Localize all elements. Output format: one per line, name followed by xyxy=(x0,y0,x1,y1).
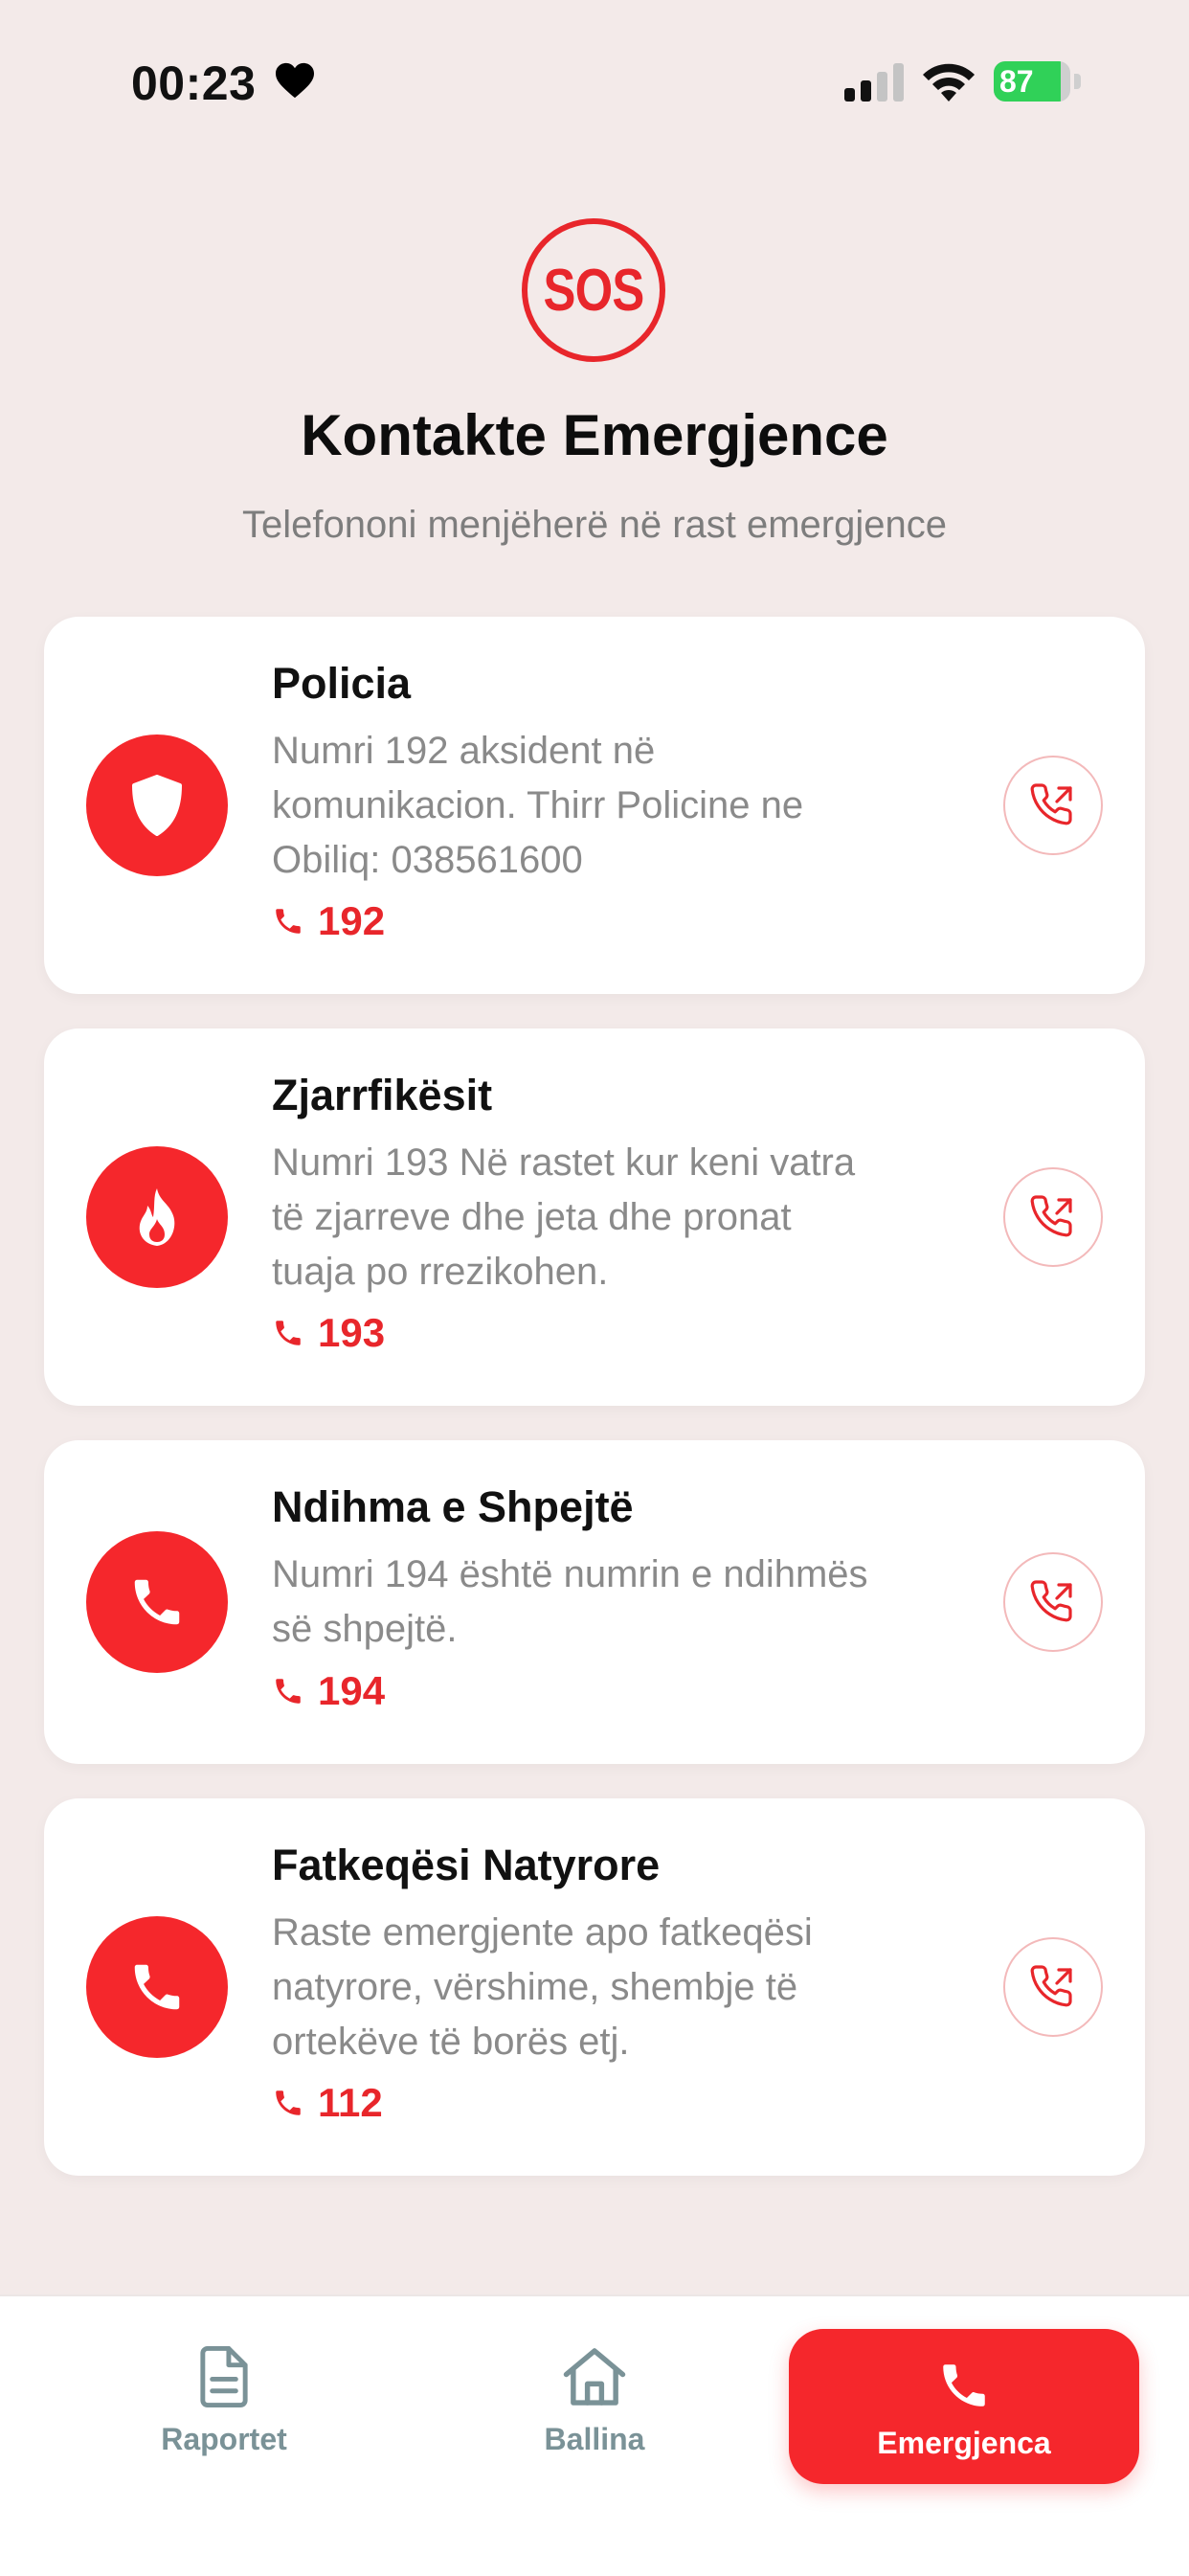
phone-outgoing-icon xyxy=(1030,1965,1072,2007)
nav-label: Raportet xyxy=(161,2422,287,2456)
phone-outgoing-icon xyxy=(1030,1195,1072,1237)
page-subtitle: Telefononi menjëherë në rast emergjence xyxy=(242,504,947,546)
status-time: 00:23 xyxy=(131,56,257,110)
phone-icon xyxy=(943,2364,985,2407)
contact-number[interactable]: 192 xyxy=(272,898,385,944)
contact-description: Numri 192 aksident në komunikacion. Thir… xyxy=(272,730,804,881)
shield-icon xyxy=(86,734,228,876)
contact-description: Numri 193 Në rastet kur keni vatra të zj… xyxy=(272,1141,856,1293)
cellular-signal-icon xyxy=(844,63,904,102)
contact-description: Numri 194 është numrin e ndihmës së shpe… xyxy=(272,1553,868,1650)
phone-outgoing-icon xyxy=(1030,783,1072,825)
phone-icon xyxy=(276,2090,301,2115)
call-button[interactable] xyxy=(1003,1167,1103,1267)
bottom-nav: Raportet Ballina Emergjenca xyxy=(0,2294,1189,2576)
contact-card-natural-disaster[interactable]: Fatkeqësi Natyrore Raste emergjente apo … xyxy=(44,1798,1145,2176)
battery-level-text: 87 xyxy=(999,64,1034,99)
document-icon xyxy=(200,2346,248,2407)
home-icon xyxy=(563,2348,626,2406)
phone-icon xyxy=(86,1916,228,2058)
contact-card-police[interactable]: Policia Numri 192 aksident në komunikaci… xyxy=(44,617,1145,994)
status-bar: 00:23 87 xyxy=(0,0,1189,144)
phone-icon xyxy=(86,1531,228,1673)
contact-card-ambulance[interactable]: Ndihma e Shpejtë Numri 194 është numrin … xyxy=(44,1440,1145,1764)
nav-item-raportet[interactable]: Raportet xyxy=(80,2346,368,2457)
contact-number[interactable]: 112 xyxy=(272,2080,383,2126)
phone-icon xyxy=(276,909,301,934)
nav-label: Emergjenca xyxy=(877,2426,1051,2460)
contact-title: Policia xyxy=(272,659,412,708)
phone-icon xyxy=(276,1321,301,1345)
contact-title: Fatkeqësi Natyrore xyxy=(272,1841,661,1889)
phone-icon xyxy=(276,1679,301,1704)
call-button[interactable] xyxy=(1003,1552,1103,1652)
contact-description: Raste emergjente apo fatkeqësi natyrore,… xyxy=(272,1911,813,2063)
phone-outgoing-icon xyxy=(1030,1580,1072,1622)
battery-icon: 87 xyxy=(994,61,1082,102)
flame-icon xyxy=(86,1146,228,1288)
contact-number-text: 192 xyxy=(318,898,386,943)
call-button[interactable] xyxy=(1003,756,1103,855)
sos-badge-text: SOS xyxy=(543,257,645,324)
wifi-icon xyxy=(923,63,975,102)
sos-icon: SOS xyxy=(522,218,665,362)
page-title: Kontakte Emergjence xyxy=(301,403,888,467)
call-button[interactable] xyxy=(1003,1937,1103,2037)
nav-item-emergjenca[interactable]: Emergjenca xyxy=(789,2329,1139,2484)
contact-title: Ndihma e Shpejtë xyxy=(272,1482,634,1531)
contact-title: Zjarrfikësit xyxy=(272,1071,493,1119)
nav-label: Ballina xyxy=(544,2422,645,2456)
contact-number-text: 194 xyxy=(318,1668,386,1713)
contact-number[interactable]: 193 xyxy=(272,1310,385,1356)
heart-icon xyxy=(276,62,314,99)
contact-number-text: 193 xyxy=(318,1310,386,1355)
contact-card-firefighters[interactable]: Zjarrfikësit Numri 193 Në rastet kur ken… xyxy=(44,1028,1145,1406)
contact-number[interactable]: 194 xyxy=(272,1668,385,1714)
nav-item-ballina[interactable]: Ballina xyxy=(451,2346,738,2457)
contact-number-text: 112 xyxy=(318,2080,383,2125)
